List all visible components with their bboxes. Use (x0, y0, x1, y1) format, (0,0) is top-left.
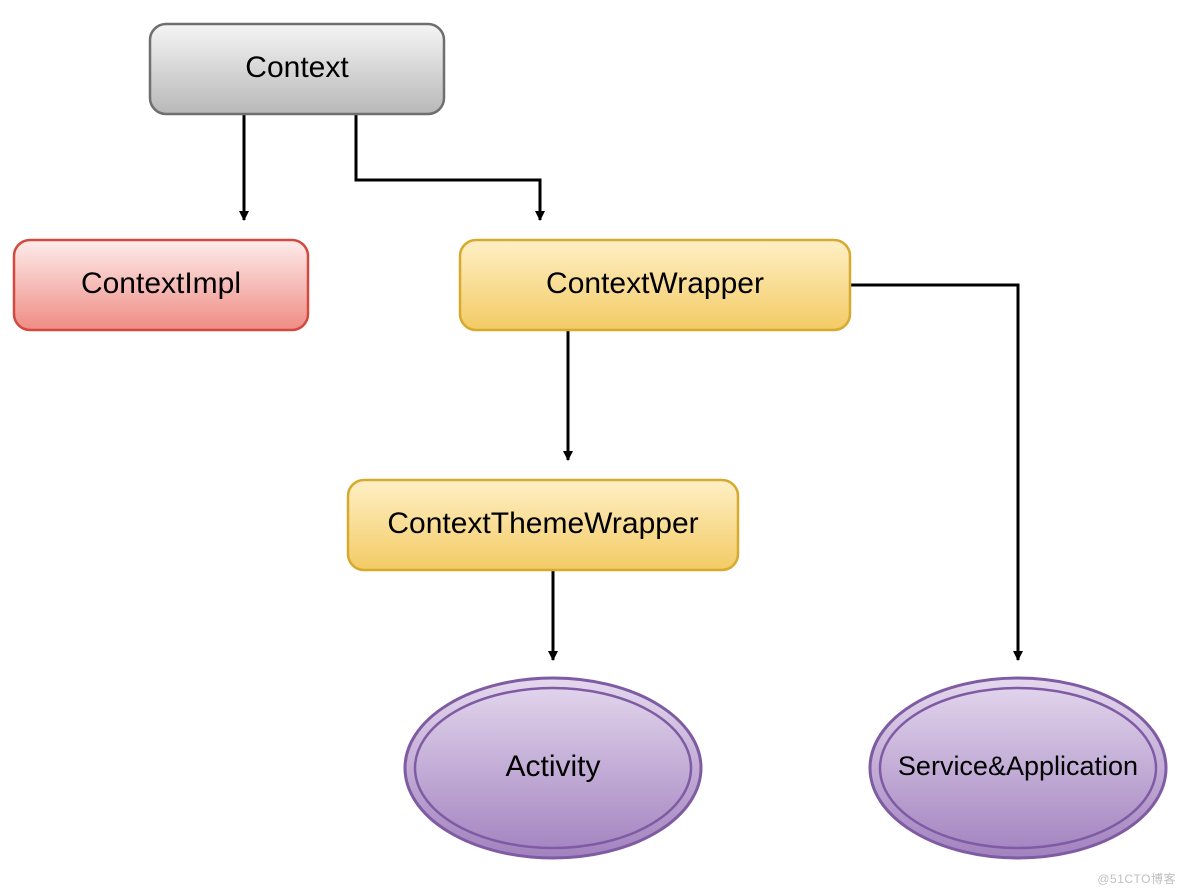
node-context-label: Context (245, 51, 349, 84)
edge-context-to-contextwrapper (356, 114, 540, 220)
edge-contextwrapper-to-serviceapp (850, 285, 1018, 660)
node-contextimpl: ContextImpl (14, 240, 308, 330)
node-contextthemewrapper: ContextThemeWrapper (348, 480, 738, 570)
node-activity: Activity (405, 678, 701, 858)
node-contextwrapper: ContextWrapper (460, 240, 850, 330)
node-activity-label: Activity (505, 750, 600, 783)
node-context: Context (150, 24, 444, 114)
watermark-text: @51CTO博客 (1097, 870, 1176, 887)
node-contextwrapper-label: ContextWrapper (546, 267, 764, 300)
node-contextimpl-label: ContextImpl (81, 267, 241, 300)
node-serviceapp-label: Service&Application (898, 751, 1138, 781)
node-contextthemewrapper-label: ContextThemeWrapper (387, 507, 698, 540)
edges (244, 114, 1018, 660)
node-serviceapp: Service&Application (870, 678, 1166, 858)
